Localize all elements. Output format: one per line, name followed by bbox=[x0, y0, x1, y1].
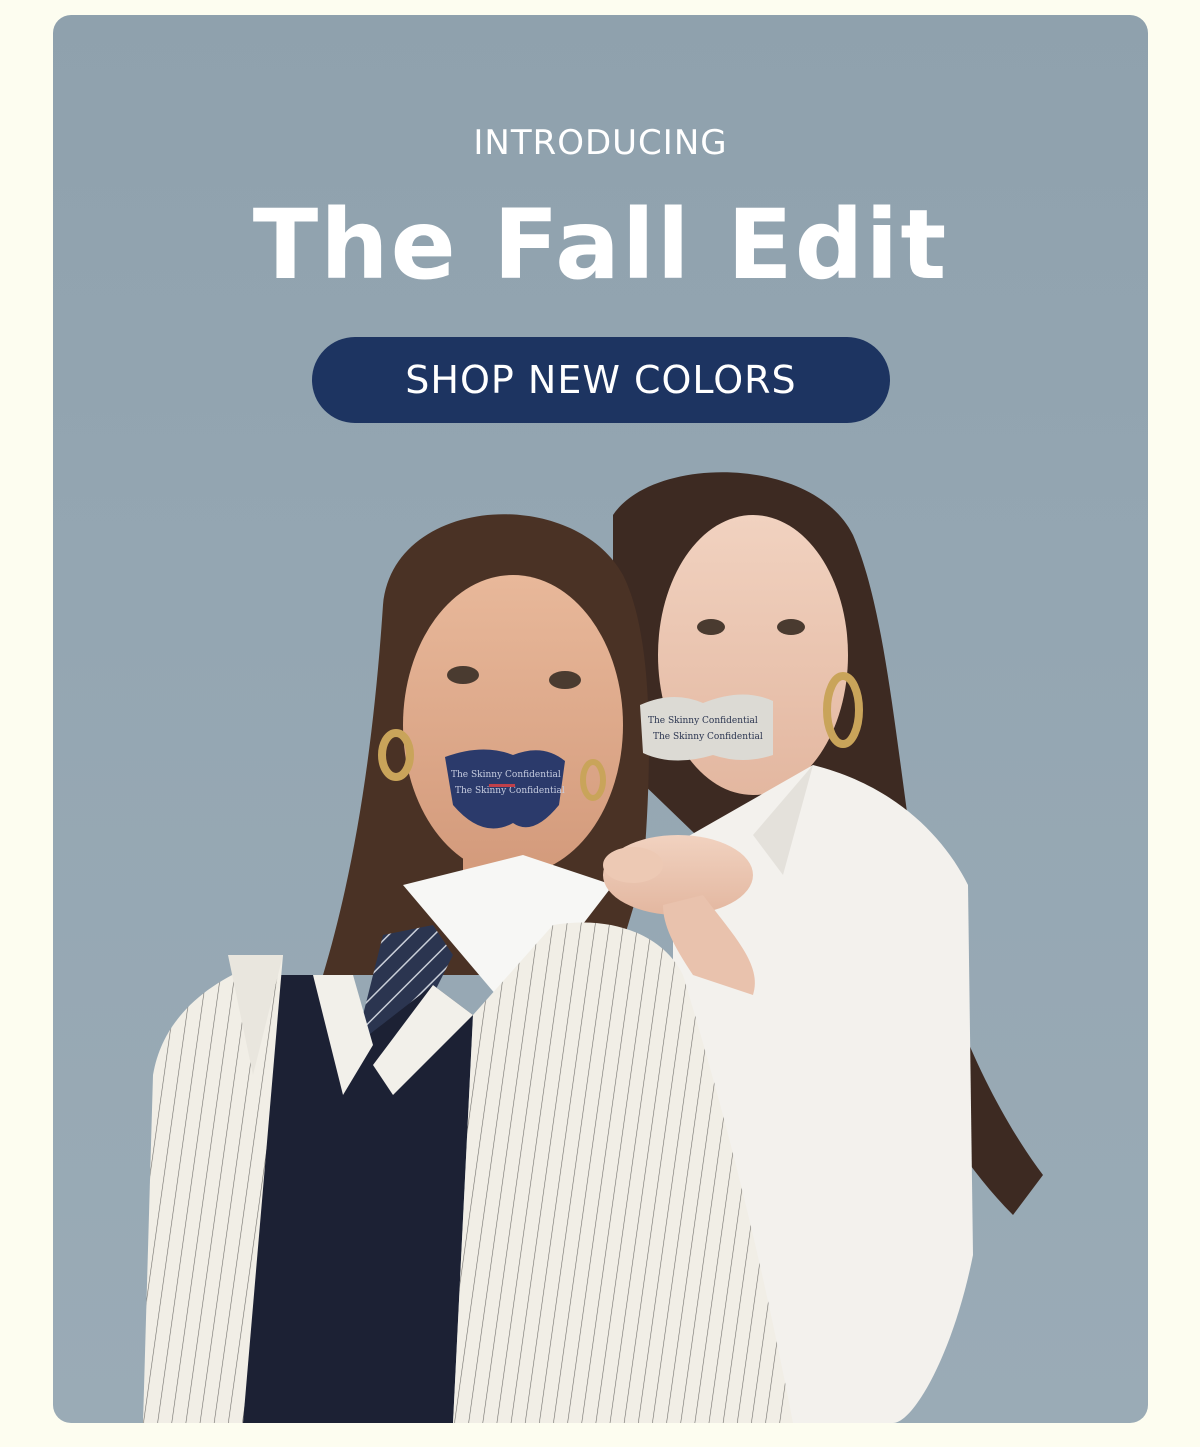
shop-new-colors-button[interactable]: SHOP NEW COLORS bbox=[312, 337, 890, 423]
mouth-tape-white bbox=[640, 694, 773, 761]
tape-text-right: The Skinny Confidential bbox=[648, 716, 758, 726]
hero-banner: INTRODUCING The Fall Edit SHOP NEW COLOR… bbox=[53, 15, 1148, 1423]
hero-photo[interactable]: The Skinny Confidential The Skinny Confi… bbox=[53, 455, 1148, 1423]
tape-text-left: The Skinny Confidential bbox=[451, 770, 561, 780]
svg-text:The Skinny Confidential: The Skinny Confidential bbox=[455, 786, 565, 796]
svg-text:The Skinny Confidential: The Skinny Confidential bbox=[653, 732, 763, 742]
page-title: The Fall Edit bbox=[252, 189, 949, 301]
eyebrow-text: INTRODUCING bbox=[473, 123, 728, 163]
